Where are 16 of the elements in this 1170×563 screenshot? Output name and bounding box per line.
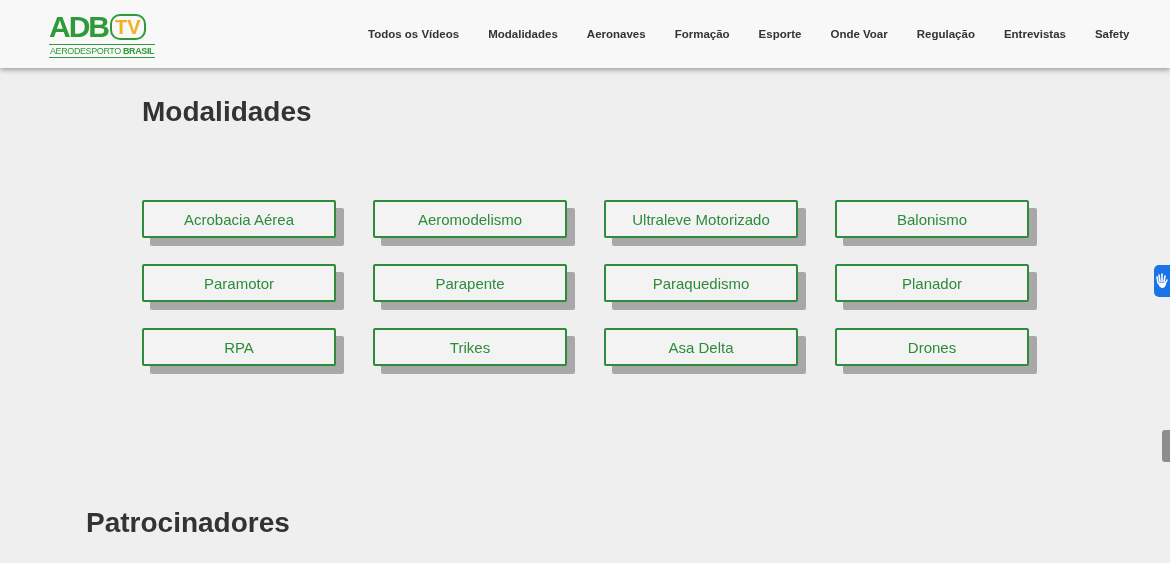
logo[interactable]: ADB TV AERODESPORTO BRASIL bbox=[49, 10, 155, 58]
section-title: Modalidades bbox=[142, 96, 313, 128]
nav-link[interactable]: Formação bbox=[660, 28, 745, 40]
nav-link[interactable]: Safety bbox=[1080, 28, 1144, 40]
nav-link[interactable]: Aeronaves bbox=[572, 28, 661, 40]
nav-link[interactable]: Regulação bbox=[902, 28, 990, 40]
nav-link[interactable]: Onde Voar bbox=[815, 28, 903, 40]
nav-link[interactable]: Entrevistas bbox=[989, 28, 1081, 40]
accessibility-icon[interactable] bbox=[1154, 265, 1170, 297]
nav-link[interactable]: Todos os Vídeos bbox=[368, 28, 474, 40]
logo-name: AERODESPORTO BRASIL bbox=[49, 44, 156, 58]
logo-mark: ADB bbox=[49, 10, 108, 44]
nav-link[interactable]: Modalidades bbox=[473, 28, 573, 40]
logo-badge: TV bbox=[110, 14, 146, 40]
sponsors-title: Patrocinadores bbox=[86, 506, 290, 540]
nav-link[interactable]: Esporte bbox=[744, 28, 816, 40]
